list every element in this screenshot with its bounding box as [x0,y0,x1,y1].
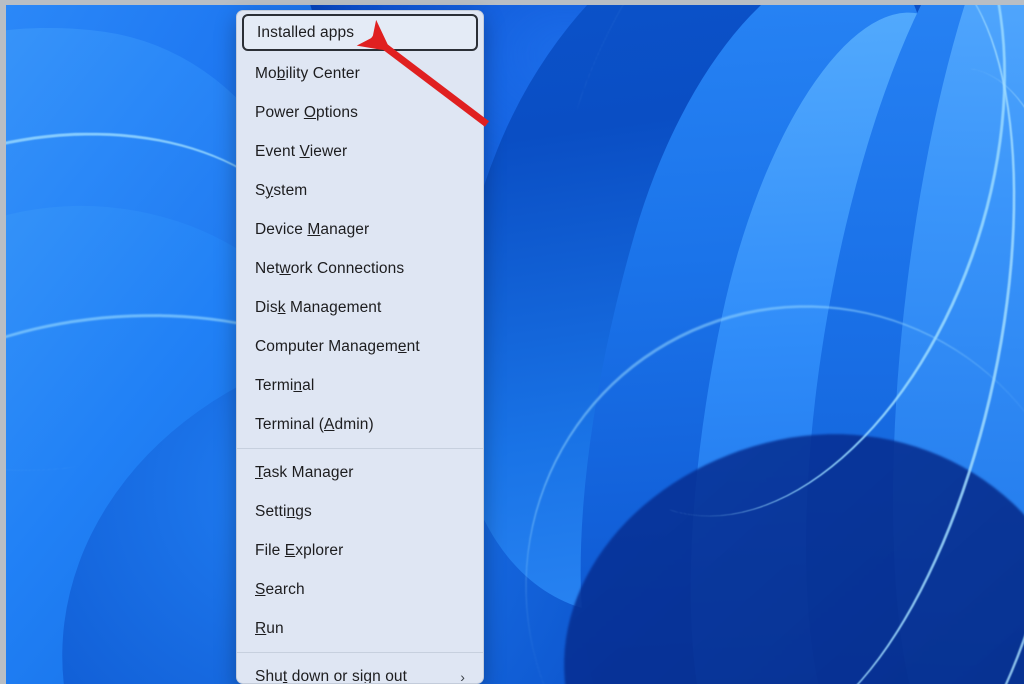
menu-item-task-manager[interactable]: Task Manager [237,453,483,492]
menu-item-run[interactable]: Run [237,609,483,648]
menu-item-label: Installed apps [257,23,355,41]
menu-item-label: Shut down or sign out [255,667,408,684]
wallpaper-highlight-right-2 [586,5,1024,684]
screenshot-root: Installed apps Mobility Center Power Optio… [0,0,1024,684]
menu-item-label: Disk Management [255,298,382,316]
menu-item-terminal-admin[interactable]: Terminal (Admin) [237,405,483,444]
menu-item-label: Terminal (Admin) [255,415,374,433]
menu-item-settings[interactable]: Settings [237,492,483,531]
menu-item-event-viewer[interactable]: Event Viewer [237,132,483,171]
menu-item-shut-down-or-sign-out[interactable]: Shut down or sign out › [237,657,483,684]
wallpaper-ribbon-right-3 [625,5,1024,684]
menu-item-label: System [255,181,308,199]
win-x-context-menu[interactable]: Installed apps Mobility Center Power Optio… [236,10,484,684]
menu-item-installed-apps[interactable]: Installed apps [242,14,478,51]
desktop-wallpaper [6,5,1024,684]
menu-item-label: Search [255,580,305,598]
wallpaper-highlight-right-3 [714,47,1024,684]
menu-item-label: Run [255,619,284,637]
menu-item-label: Task Manager [255,463,354,481]
menu-item-label: File Explorer [255,541,344,559]
menu-item-label: Event Viewer [255,142,348,160]
menu-item-network-connections[interactable]: Network Connections [237,249,483,288]
menu-item-system[interactable]: System [237,171,483,210]
menu-item-label: Network Connections [255,259,405,277]
wallpaper-highlight-right-1 [467,5,1024,576]
menu-item-computer-management[interactable]: Computer Management [237,327,483,366]
menu-item-label: Device Manager [255,220,370,238]
menu-item-terminal[interactable]: Terminal [237,366,483,405]
wallpaper-ribbon-right-5 [848,5,1024,684]
menu-item-label: Computer Management [255,337,420,355]
menu-item-label: Power Options [255,103,358,121]
menu-item-label: Mobility Center [255,64,360,82]
menu-item-file-explorer[interactable]: File Explorer [237,531,483,570]
menu-item-label: Terminal [255,376,315,394]
menu-item-disk-management[interactable]: Disk Management [237,288,483,327]
menu-separator [237,652,483,653]
menu-item-search[interactable]: Search [237,570,483,609]
menu-item-device-manager[interactable]: Device Manager [237,210,483,249]
wallpaper-highlight-right-4 [435,215,1024,684]
wallpaper-ribbon-right-2 [498,5,1014,684]
chevron-right-icon: › [460,668,465,684]
menu-item-power-options[interactable]: Power Options [237,93,483,132]
menu-item-label: Settings [255,502,312,520]
menu-separator [237,448,483,449]
wallpaper-shadow-right [523,385,1024,684]
menu-item-mobility-center[interactable]: Mobility Center [237,54,483,93]
wallpaper-ribbon-right-4 [749,5,1024,684]
